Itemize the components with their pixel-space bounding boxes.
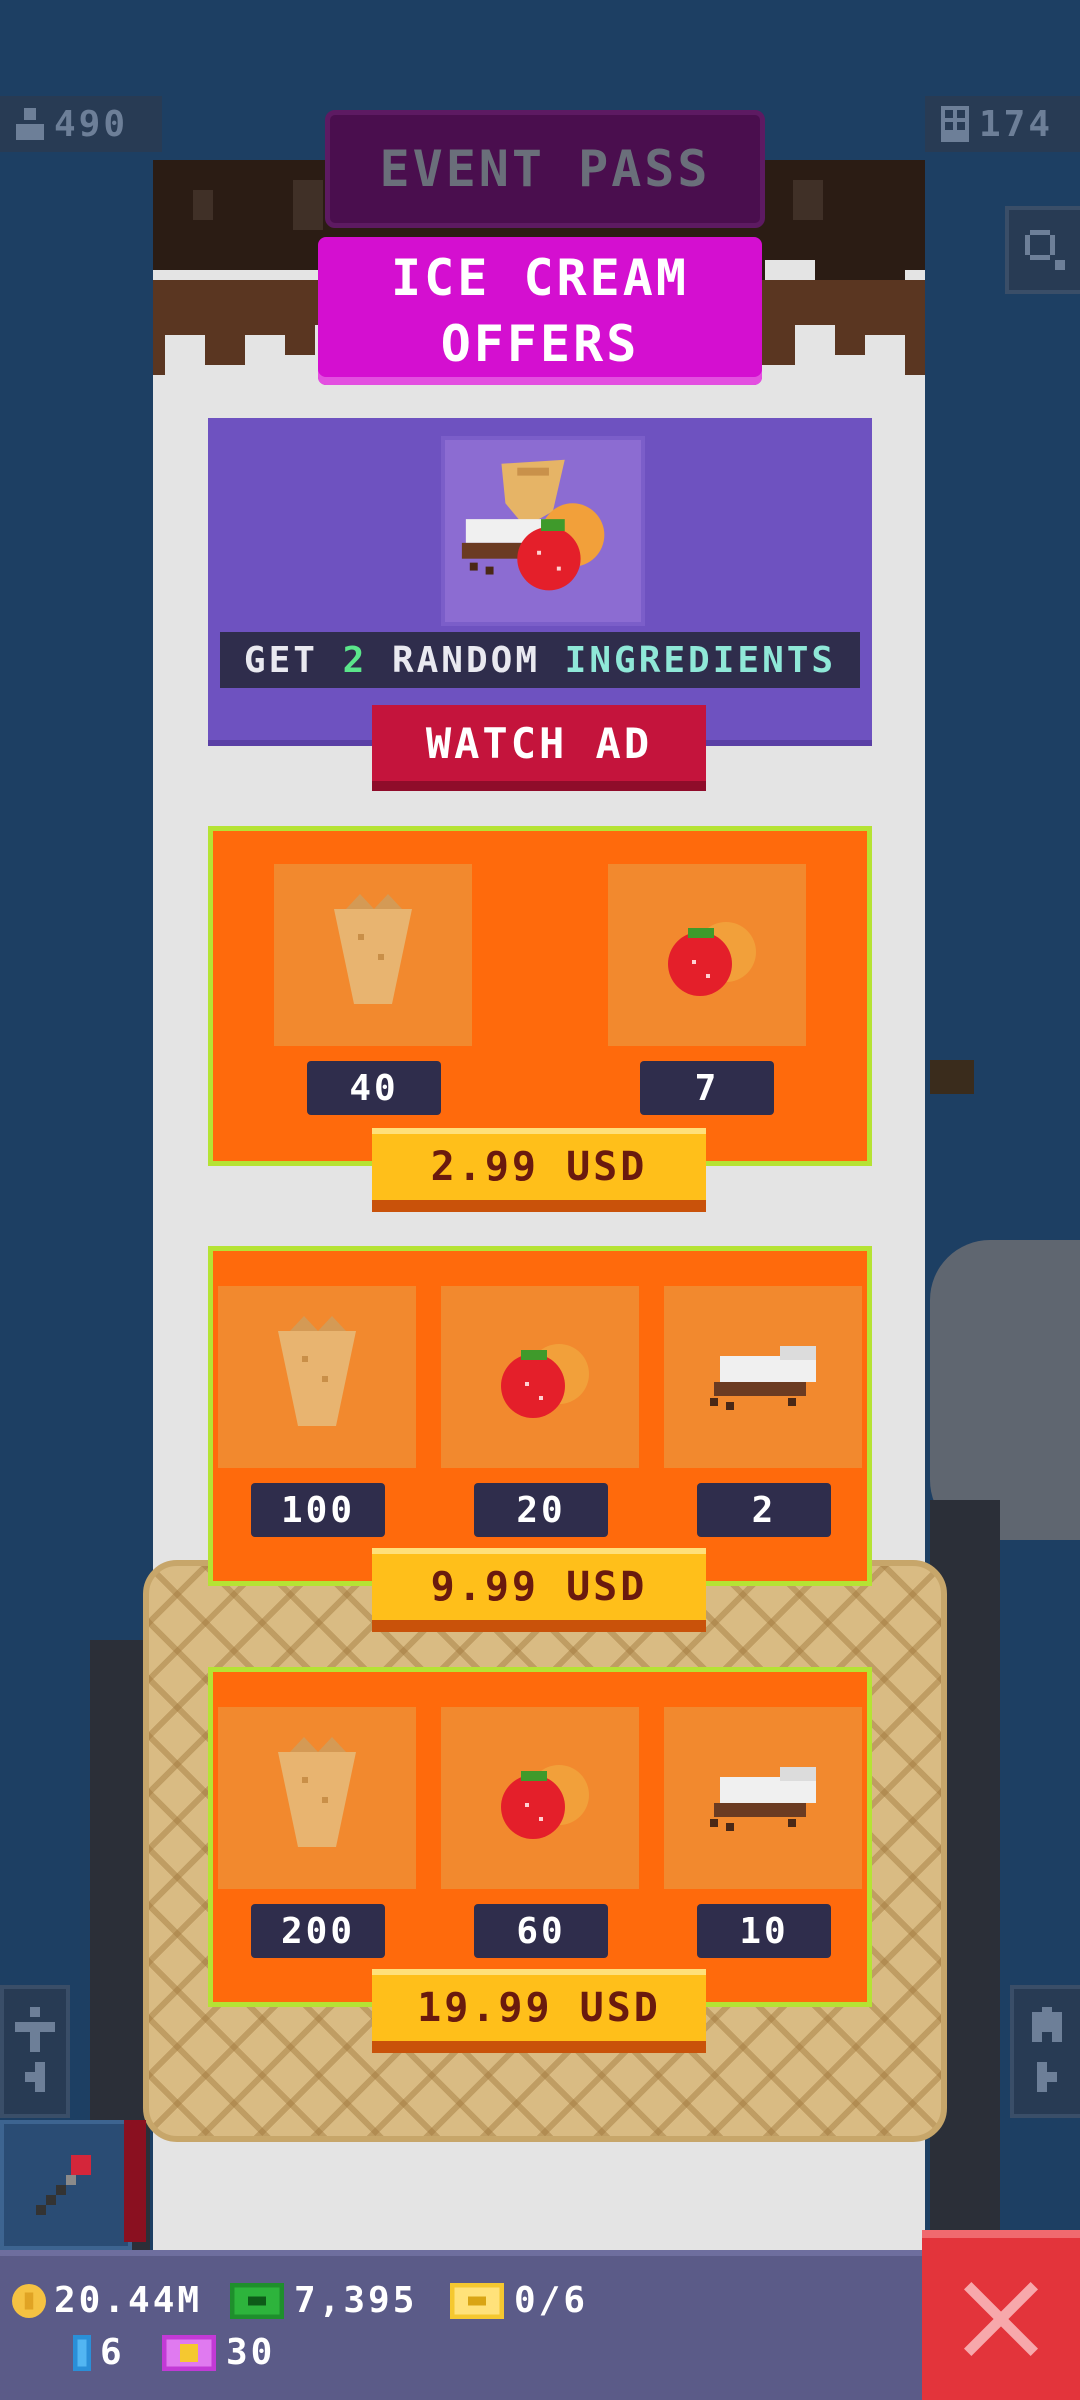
hammer-icon xyxy=(36,2155,91,2215)
offer-item-fruit xyxy=(441,1707,639,1889)
buy-offer-button[interactable]: 19.99 USD xyxy=(372,1969,706,2053)
offer-item-count: 10 xyxy=(697,1904,831,1958)
offer-item-count: 60 xyxy=(474,1904,608,1958)
title-line-2: OFFERS xyxy=(440,315,640,373)
watch-ad-button[interactable]: WATCH AD xyxy=(372,705,706,791)
ingredients-bundle-icon xyxy=(441,436,645,626)
coins-counter[interactable]: 20.44M xyxy=(12,2280,202,2321)
close-button[interactable] xyxy=(922,2230,1080,2400)
price-label: 9.99 USD xyxy=(430,1564,648,1610)
key-icon xyxy=(73,2334,91,2371)
vip-value: 30 xyxy=(226,2332,276,2373)
ticket-icon xyxy=(450,2282,504,2319)
tickets-value: 0/6 xyxy=(514,2280,589,2321)
resource-bar xyxy=(0,2250,922,2400)
elevator-left-button[interactable] xyxy=(0,1985,70,2118)
elevator-icon xyxy=(15,2006,55,2092)
cone-icon xyxy=(278,1316,356,1426)
fruit-icon xyxy=(501,1344,589,1418)
keys-counter[interactable]: 6 xyxy=(72,2332,125,2373)
cone-icon xyxy=(334,894,412,1004)
offer-item-count: 40 xyxy=(307,1061,441,1115)
person-icon xyxy=(16,108,44,140)
title-line-1: ICE CREAM xyxy=(391,249,689,307)
vip-icon xyxy=(162,2334,216,2371)
offer-item-count: 7 xyxy=(640,1061,774,1115)
offer-item-cone xyxy=(274,864,472,1046)
chocolate-icon xyxy=(710,1767,816,1831)
background-cloud xyxy=(930,1240,1080,1540)
price-label: 19.99 USD xyxy=(417,1985,661,2031)
coins-value: 20.44M xyxy=(54,2280,203,2321)
ad-text-count: 2 xyxy=(342,639,368,681)
buy-offer-button[interactable]: 9.99 USD xyxy=(372,1548,706,1632)
offer-item-cone xyxy=(218,1707,416,1889)
event-pass-label: EVENT PASS xyxy=(379,140,711,198)
vip-counter[interactable]: 30 xyxy=(160,2332,275,2373)
price-label: 2.99 USD xyxy=(430,1144,648,1190)
background-scenery xyxy=(930,1060,974,1094)
fruit-icon xyxy=(668,922,756,996)
building-icon xyxy=(941,106,969,142)
bux-icon xyxy=(230,2282,284,2319)
bux-counter[interactable]: 7,395 xyxy=(228,2280,417,2321)
offer-item-chocolate xyxy=(664,1286,862,1468)
fruit-icon xyxy=(501,1765,589,1839)
chocolate-icon xyxy=(710,1346,816,1410)
offer-item-count: 100 xyxy=(251,1483,385,1537)
build-button[interactable] xyxy=(0,2120,132,2250)
home-icon xyxy=(1032,2006,1062,2092)
offer-item-chocolate xyxy=(664,1707,862,1889)
side-indicator xyxy=(124,2120,146,2242)
coin-icon xyxy=(12,2283,46,2318)
ad-text-get: GET xyxy=(243,639,343,681)
modal-title: ICE CREAM OFFERS xyxy=(318,237,762,385)
close-icon xyxy=(964,2282,1038,2356)
bux-value: 7,395 xyxy=(294,2280,418,2321)
floors-value: 174 xyxy=(979,103,1054,145)
search-button[interactable] xyxy=(1005,206,1080,294)
floors-counter[interactable]: 174 xyxy=(925,96,1080,152)
home-right-button[interactable] xyxy=(1010,1985,1080,2118)
tickets-counter[interactable]: 0/6 xyxy=(448,2280,588,2321)
offer-item-count: 20 xyxy=(474,1483,608,1537)
keys-value: 6 xyxy=(100,2332,125,2373)
offer-item-count: 2 xyxy=(697,1483,831,1537)
offer-item-fruit xyxy=(608,864,806,1046)
population-counter[interactable]: 490 xyxy=(0,96,162,152)
watch-ad-label: WATCH AD xyxy=(425,718,653,768)
cone-icon xyxy=(278,1737,356,1847)
ad-text-random: RANDOM xyxy=(367,639,565,681)
offer-item-count: 200 xyxy=(251,1904,385,1958)
buy-offer-button[interactable]: 2.99 USD xyxy=(372,1128,706,1212)
offer-item-cone xyxy=(218,1286,416,1468)
offer-item-fruit xyxy=(441,1286,639,1468)
ad-text-ingredients: INGREDIENTS xyxy=(564,639,837,681)
population-value: 490 xyxy=(54,103,129,145)
ad-description: GET 2 RANDOM INGREDIENTS xyxy=(220,632,860,688)
search-icon xyxy=(1025,230,1065,270)
event-pass-tab[interactable]: EVENT PASS xyxy=(325,110,765,228)
